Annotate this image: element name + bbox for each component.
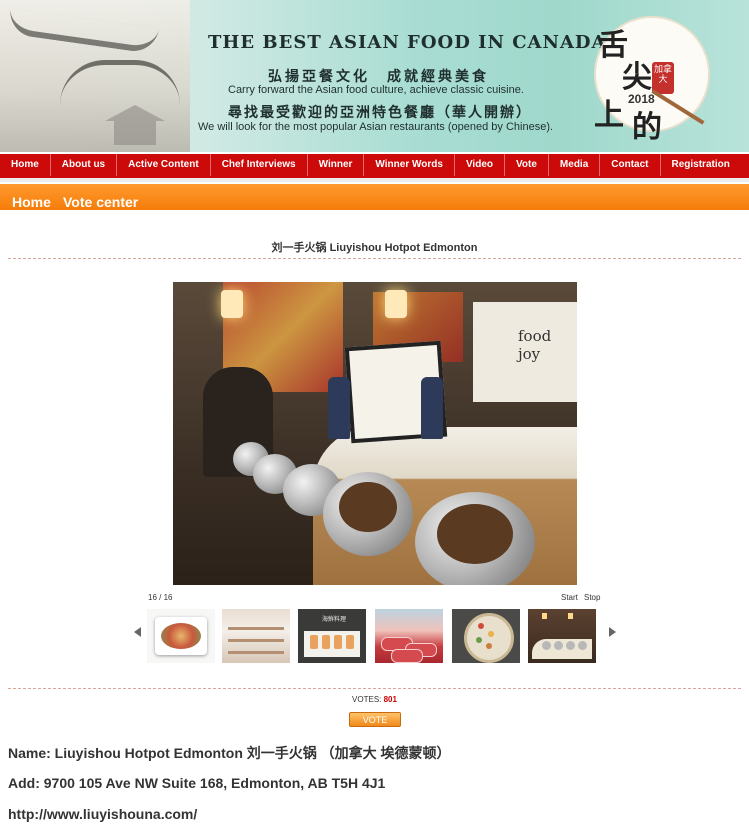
thumb-bowl — [542, 641, 551, 650]
breadcrumb: Home Vote center — [0, 184, 749, 210]
slideshow-stop-button[interactable]: Stop — [584, 593, 600, 602]
divider-bottom — [8, 688, 741, 689]
thumbnail-3[interactable]: 海鮮料理 — [298, 609, 366, 663]
breadcrumb-home[interactable]: Home — [12, 194, 51, 210]
banner-title: THE BEST ASIAN FOOD IN CANADA — [208, 32, 607, 53]
thumb-light — [542, 613, 547, 619]
thumb-food-dot — [486, 643, 492, 649]
banner-english-slogan-2: We will look for the most popular Asian … — [198, 121, 554, 133]
thumb-food-dot — [478, 623, 484, 629]
thumb-food — [161, 623, 201, 649]
restaurant-website-link[interactable]: http://www.liuyishouna.com/ — [8, 806, 197, 822]
thumb-plate — [464, 613, 514, 663]
nav-video[interactable]: Video — [455, 154, 505, 176]
nav-active-content[interactable]: Active Content — [117, 154, 211, 176]
thumbnail-5[interactable] — [452, 609, 520, 663]
thumb-roll — [346, 635, 354, 649]
thumbnail-6[interactable] — [528, 609, 596, 663]
thumb-food-dot — [476, 637, 482, 643]
thumbnail-4[interactable] — [375, 609, 443, 663]
photo-steel-bowl — [323, 472, 413, 556]
breadcrumb-vote-center[interactable]: Vote center — [63, 194, 138, 210]
banner-chinese-slogan-2: 尋找最受歡迎的亞洲特色餐廳（華人開辦） — [228, 105, 532, 121]
thumb-roll — [334, 635, 342, 649]
photo-sign-text: food joy — [518, 327, 552, 363]
restaurant-address: Add: 9700 105 Ave NW Suite 168, Edmonton… — [8, 775, 386, 791]
photo-lamp — [221, 290, 243, 318]
slide-counter: 16 / 16 — [148, 593, 173, 602]
prev-arrow-icon[interactable] — [134, 627, 141, 637]
votes-number: 801 — [383, 695, 397, 704]
thumb-bowl — [578, 641, 587, 650]
restaurant-title: 刘一手火锅 Liuyishou Hotpot Edmonton — [271, 242, 478, 254]
thumb-shelf — [228, 651, 284, 654]
photo-bottle — [421, 377, 443, 439]
next-arrow-icon[interactable] — [609, 627, 616, 637]
thumb-shelf — [228, 639, 284, 642]
nav-winner-words[interactable]: Winner Words — [364, 154, 455, 176]
logo-canada-tag: 加拿大 — [652, 62, 674, 94]
thumbnail-1[interactable] — [147, 609, 215, 663]
thumb-light — [568, 613, 573, 619]
main-nav: Home About us Active Content Chef Interv… — [0, 154, 749, 178]
site-banner: THE BEST ASIAN FOOD IN CANADA 弘揚亞餐文化 成就經… — [0, 0, 749, 152]
logo-char-4: 的 — [632, 110, 662, 145]
thumb-shelf — [228, 627, 284, 630]
thumb-caption: 海鮮料理 — [322, 617, 347, 623]
restaurant-name: Name: Liuyishou Hotpot Edmonton 刘一手火锅 （加… — [8, 745, 451, 761]
thumb-meat-slice — [391, 649, 423, 663]
banner-chinese-slogan-1: 弘揚亞餐文化 成就經典美食 — [268, 69, 489, 85]
nav-about-us[interactable]: About us — [51, 154, 118, 176]
vote-button[interactable]: VOTE — [349, 712, 401, 727]
thumb-roll — [322, 635, 330, 649]
votes-label: VOTES: — [352, 695, 382, 704]
nav-divider — [0, 178, 749, 182]
nav-home[interactable]: Home — [0, 154, 51, 176]
nav-media[interactable]: Media — [549, 154, 601, 176]
banner-english-slogan-1: Carry forward the Asian food culture, ac… — [228, 84, 524, 96]
nav-winner[interactable]: Winner — [308, 154, 365, 176]
photo-lamp — [385, 290, 407, 318]
nav-chef-interviews[interactable]: Chef Interviews — [211, 154, 308, 176]
logo-year: 2018 — [628, 92, 655, 106]
main-photo: food joy — [173, 282, 577, 585]
thumbnail-2[interactable] — [222, 609, 290, 663]
photo-steel-bowl — [415, 492, 535, 585]
event-logo: 舌 尖 上 的 加拿大 2018 — [588, 10, 710, 145]
nav-vote[interactable]: Vote — [505, 154, 549, 176]
thumb-roll — [310, 635, 318, 649]
logo-char-3: 上 — [594, 98, 624, 133]
thumb-bowl — [566, 641, 575, 650]
vote-count: VOTES: 801 — [0, 695, 749, 704]
nav-registration[interactable]: Registration — [661, 154, 741, 176]
slideshow-start-button[interactable]: Start — [561, 593, 578, 602]
thumb-bowl — [554, 641, 563, 650]
nav-contact[interactable]: Contact — [600, 154, 661, 176]
photo-bottle — [328, 377, 350, 439]
divider-top — [8, 258, 741, 259]
thumb-food-dot — [488, 631, 494, 637]
logo-char-2: 尖 — [622, 60, 652, 95]
